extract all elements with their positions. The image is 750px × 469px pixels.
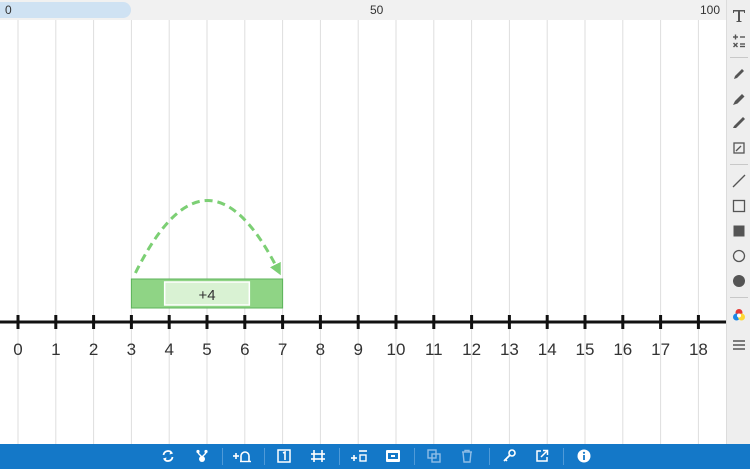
tick-label: 4 xyxy=(164,340,173,359)
text-tool-icon xyxy=(733,10,745,22)
screen-icon xyxy=(386,450,400,462)
rectangle-outline-button[interactable] xyxy=(727,196,750,216)
tick-label: 7 xyxy=(278,340,287,359)
tick-label: 5 xyxy=(202,340,211,359)
share-icon xyxy=(536,449,549,462)
highlighter-icon xyxy=(733,117,745,128)
settings-button[interactable] xyxy=(191,446,213,466)
circle-outline-icon xyxy=(732,249,746,263)
menu-button[interactable] xyxy=(727,335,750,355)
trash-button[interactable] xyxy=(456,446,478,466)
text-tool-button[interactable] xyxy=(727,6,750,26)
tick-label: 11 xyxy=(425,340,443,359)
rectangle-filled-icon xyxy=(733,225,745,237)
highlighter-button[interactable] xyxy=(727,113,750,133)
grid-lines xyxy=(17,20,699,444)
zoom-slider[interactable]: 0 50 100 xyxy=(0,0,726,20)
rectangle-outline-icon xyxy=(732,199,746,213)
add-divider-button[interactable] xyxy=(348,446,370,466)
pen-icon xyxy=(734,69,744,79)
tick-label: 1 xyxy=(51,340,60,359)
zoom-end-label: 100 xyxy=(700,3,721,17)
circle-filled-icon xyxy=(733,275,745,287)
tick-label: 6 xyxy=(240,340,249,359)
menu-icon xyxy=(733,340,745,350)
eraser-button[interactable] xyxy=(727,138,750,158)
circle-outline-button[interactable] xyxy=(727,246,750,266)
color-picker-icon xyxy=(733,309,745,321)
tick-label: 13 xyxy=(500,340,519,359)
tick-label: 17 xyxy=(651,340,670,359)
color-picker-button[interactable] xyxy=(727,305,750,325)
duplicate-button[interactable] xyxy=(423,446,445,466)
rectangle-filled-button[interactable] xyxy=(727,221,750,241)
bottom-toolbar xyxy=(0,444,750,469)
trash-icon xyxy=(462,449,472,463)
workspace[interactable]: +4 0 1 2 3 4 5 6 7 8 9 10 11 12 13 14 15 16 17 18 0 50 100 xyxy=(0,0,726,444)
grid-button[interactable] xyxy=(307,446,329,466)
zoom-start-label: 0 xyxy=(5,3,12,17)
grid-icon xyxy=(311,450,325,462)
share-button[interactable] xyxy=(531,446,553,466)
duplicate-icon xyxy=(427,449,441,463)
tool-sidebar xyxy=(726,0,750,444)
screen-button[interactable] xyxy=(382,446,404,466)
zoom-mid-label: 50 xyxy=(370,3,384,17)
tick-label: 10 xyxy=(387,340,406,359)
tick-label: 2 xyxy=(89,340,98,359)
marker-button[interactable] xyxy=(727,89,750,109)
info-icon xyxy=(577,449,591,463)
tick-label: 15 xyxy=(576,340,595,359)
zoom-slider-thumb[interactable] xyxy=(0,2,131,18)
reset-icon xyxy=(162,450,174,462)
line-tool-button[interactable] xyxy=(727,171,750,191)
info-button[interactable] xyxy=(573,446,595,466)
math-symbols-button[interactable] xyxy=(727,31,750,51)
key-icon xyxy=(503,449,516,462)
add-jump-icon xyxy=(233,451,251,463)
settings-icon xyxy=(196,449,208,462)
jump-label: +4 xyxy=(198,287,215,304)
tick-label: 16 xyxy=(613,340,632,359)
key-button[interactable] xyxy=(498,446,520,466)
single-jump-icon xyxy=(277,449,291,463)
tick-label: 3 xyxy=(127,340,136,359)
tick-label: 14 xyxy=(538,340,557,359)
tick-label: 0 xyxy=(13,340,22,359)
marker-icon xyxy=(733,94,745,105)
pen-button[interactable] xyxy=(727,64,750,84)
tick-label: 18 xyxy=(689,340,708,359)
number-line-canvas[interactable]: +4 0 1 2 3 4 5 6 7 8 9 10 11 12 13 14 15 16 17 18 xyxy=(0,0,726,444)
tick-label: 9 xyxy=(353,340,362,359)
math-symbols-icon xyxy=(733,34,745,48)
tick-label: 12 xyxy=(462,340,481,359)
tick-label: 8 xyxy=(316,340,325,359)
add-divider-icon xyxy=(351,450,367,462)
reset-button[interactable] xyxy=(157,446,179,466)
circle-filled-button[interactable] xyxy=(727,271,750,291)
eraser-icon xyxy=(733,142,745,154)
tick-labels: 0 1 2 3 4 5 6 7 8 9 10 11 12 13 14 15 16 17 18 xyxy=(13,340,708,359)
single-jump-button[interactable] xyxy=(273,446,295,466)
add-jump-button[interactable] xyxy=(231,446,253,466)
line-tool-icon xyxy=(732,174,746,188)
